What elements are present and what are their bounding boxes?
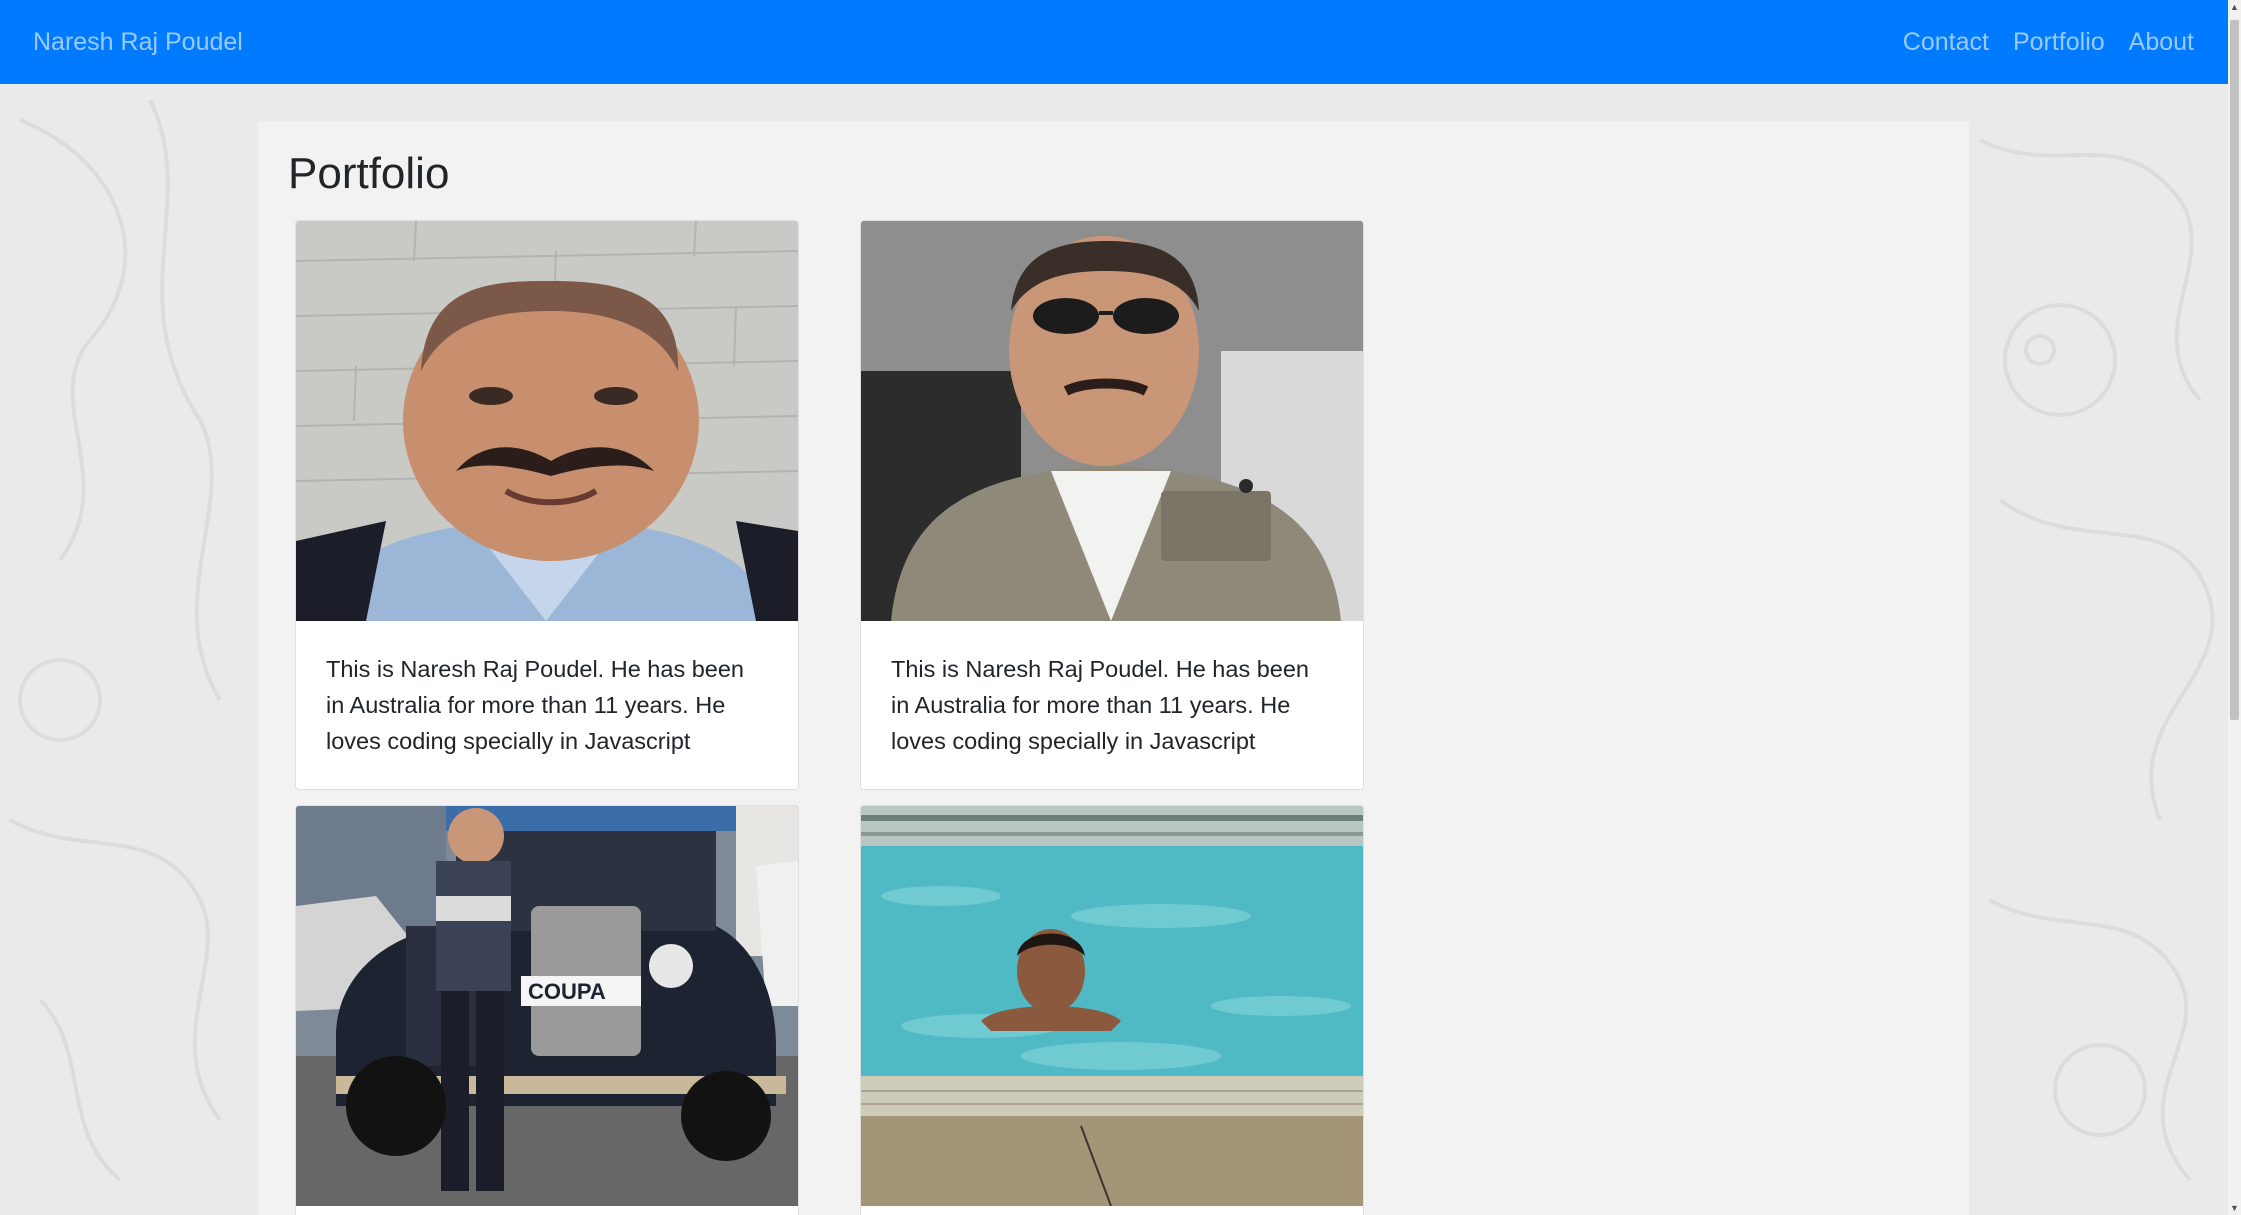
page-title: Portfolio xyxy=(288,149,450,198)
vertical-scrollbar[interactable]: ▲ ▼ xyxy=(2228,0,2241,1215)
scroll-thumb[interactable] xyxy=(2230,20,2239,720)
nav-link-about[interactable]: About xyxy=(2129,24,2194,60)
top-navbar: Naresh Raj Poudel Contact Portfolio Abou… xyxy=(0,0,2228,84)
scroll-down-arrow-icon[interactable]: ▼ xyxy=(2228,1201,2241,1215)
portrait-selfie-photo xyxy=(296,221,798,621)
license-plate: COUPA xyxy=(528,979,606,1004)
nav-link-contact[interactable]: Contact xyxy=(1903,24,1989,60)
nav-link-portfolio[interactable]: Portfolio xyxy=(2013,24,2105,60)
navbar-brand[interactable]: Naresh Raj Poudel xyxy=(33,24,243,60)
portfolio-card-2: This is Naresh Raj Poudel. He has been i… xyxy=(860,220,1364,790)
card-2-text: This is Naresh Raj Poudel. He has been i… xyxy=(891,656,1309,754)
portfolio-card-4 xyxy=(860,805,1364,1215)
scroll-up-arrow-icon[interactable]: ▲ xyxy=(2228,0,2241,14)
sunglasses-jacket-photo xyxy=(861,221,1363,621)
card-1-text: This is Naresh Raj Poudel. He has been i… xyxy=(326,656,744,754)
main-container: Portfolio This is Naresh Raj Poudel. He … xyxy=(258,121,1969,1215)
portfolio-card-1: This is Naresh Raj Poudel. He has been i… xyxy=(295,220,799,790)
vintage-car-photo: COUPA xyxy=(296,806,798,1206)
portfolio-card-3: COUPA xyxy=(295,805,799,1215)
swimming-pool-photo xyxy=(861,806,1363,1206)
nav-links: Contact Portfolio About xyxy=(1879,24,2194,60)
